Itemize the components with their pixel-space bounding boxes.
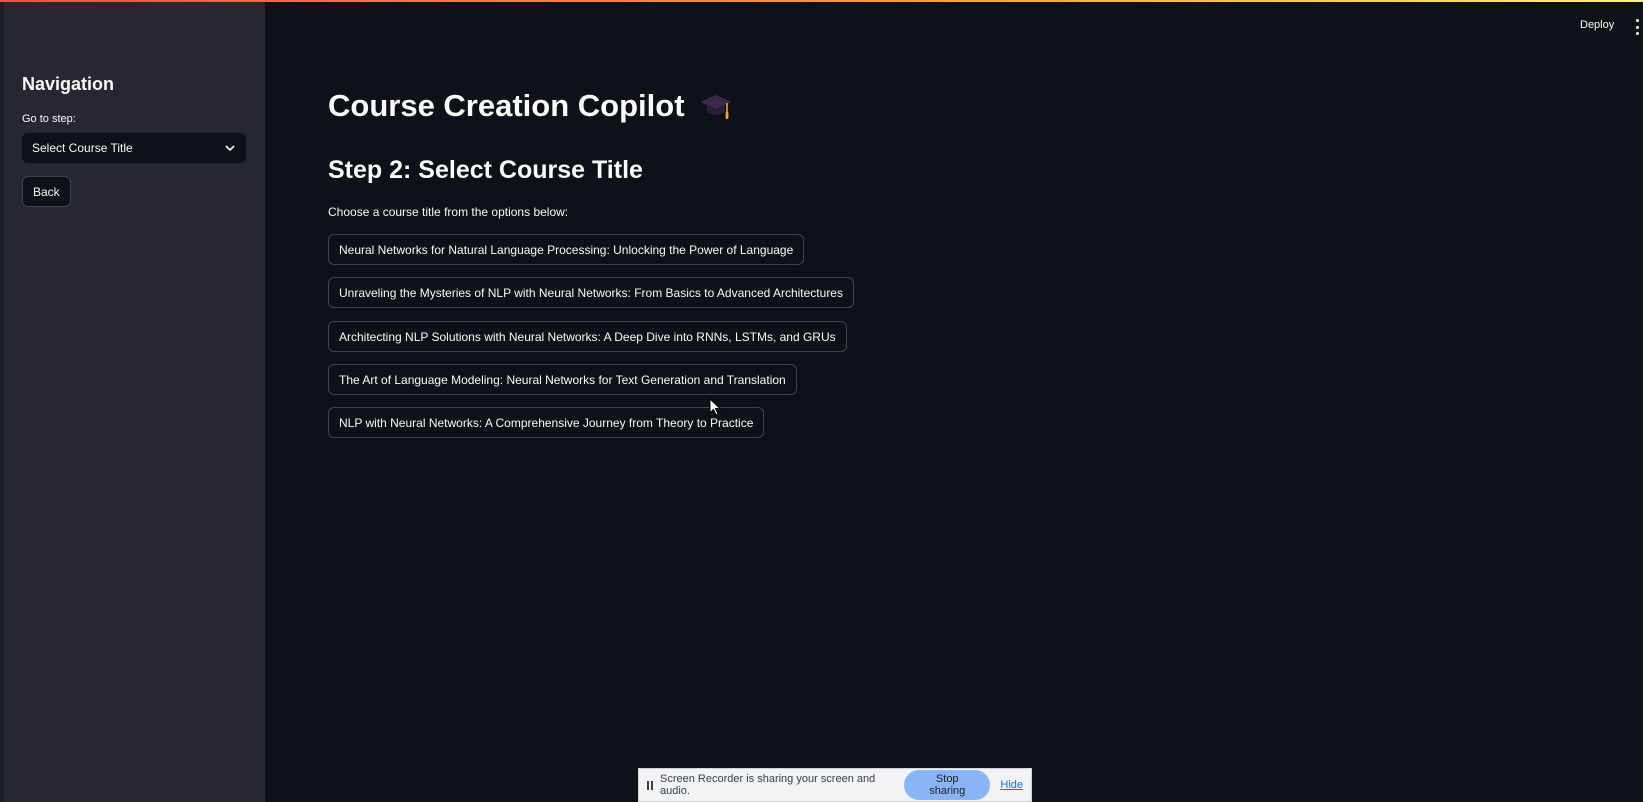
sidebar-heading: Navigation [22, 74, 115, 94]
step-select-value: Select Course Title [32, 141, 133, 155]
course-title-option-1[interactable]: Neural Networks for Natural Language Pro… [328, 234, 805, 265]
options-intro: Choose a course title from the options b… [328, 205, 569, 219]
course-title-option-4[interactable]: The Art of Language Modeling: Neural Net… [328, 364, 797, 395]
pause-icon [647, 780, 653, 790]
course-title-option-2[interactable]: Unraveling the Mysteries of NLP with Neu… [328, 277, 854, 308]
stop-sharing-button[interactable]: Stop sharing [904, 770, 991, 800]
deploy-button[interactable]: Deploy [1580, 19, 1614, 31]
chevron-down-icon [224, 142, 236, 154]
mouse-pointer-icon [709, 397, 722, 416]
course-title-option-5[interactable]: NLP with Neural Networks: A Comprehensiv… [328, 407, 765, 438]
step-select-label: Go to step: [22, 113, 76, 125]
screen-share-bar: Screen Recorder is sharing your screen a… [638, 768, 1032, 802]
step-select[interactable]: Select Course Title [22, 133, 246, 163]
main-menu-icon[interactable] [1634, 19, 1640, 35]
page-title-text: Course Creation Copilot [328, 88, 685, 123]
hide-link[interactable]: Hide [1000, 779, 1023, 791]
page-title: Course Creation Copilot [328, 88, 733, 124]
graduation-cap-icon [699, 89, 733, 123]
sidebar: Navigation Go to step: Select Course Tit… [4, 0, 265, 802]
step-heading: Step 2: Select Course Title [328, 156, 643, 184]
share-message: Screen Recorder is sharing your screen a… [660, 773, 876, 797]
course-title-option-3[interactable]: Architecting NLP Solutions with Neural N… [328, 321, 847, 352]
app-top-decoration [0, 0, 1643, 2]
back-button[interactable]: Back [22, 176, 71, 207]
